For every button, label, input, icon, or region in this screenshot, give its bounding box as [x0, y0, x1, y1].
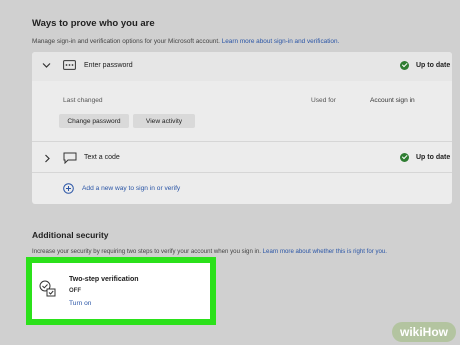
wikihow-watermark: wikiHow — [391, 322, 456, 342]
ways-description-text: Manage sign-in and verification options … — [32, 38, 220, 45]
password-status-text: Up to date — [416, 62, 451, 69]
text-code-status: Up to date — [400, 153, 450, 162]
turn-on-link[interactable]: Turn on — [69, 300, 91, 307]
two-step-verification-icon — [39, 280, 56, 297]
check-circle-icon — [400, 61, 409, 70]
used-for-value: Account sign in — [370, 97, 415, 104]
chevron-right-icon[interactable] — [44, 154, 51, 163]
additional-security-description: Increase your security by requiring two … — [32, 248, 387, 255]
divider — [32, 141, 452, 142]
ways-learn-more-link[interactable]: Learn more about sign-in and verificatio… — [222, 38, 340, 45]
password-label: Enter password — [84, 62, 133, 69]
password-icon — [63, 60, 76, 70]
change-password-button[interactable]: Change password — [59, 114, 129, 128]
additional-learn-more-link[interactable]: Learn more about whether this is right f… — [263, 248, 387, 255]
chevron-down-icon[interactable] — [42, 62, 51, 69]
divider — [32, 172, 452, 173]
text-code-label: Text a code — [84, 154, 120, 161]
additional-description-text: Increase your security by requiring two … — [32, 248, 261, 255]
two-step-state: OFF — [69, 288, 81, 294]
view-activity-button[interactable]: View activity — [133, 114, 195, 128]
message-icon — [63, 152, 77, 164]
additional-security-title: Additional security — [32, 230, 109, 240]
used-for-label: Used for — [311, 97, 336, 104]
two-step-title: Two-step verification — [69, 276, 139, 283]
add-way-link[interactable]: Add a new way to sign in or verify — [82, 185, 180, 192]
ways-title: Ways to prove who you are — [32, 18, 155, 29]
add-circle-icon[interactable] — [63, 183, 74, 194]
ways-description: Manage sign-in and verification options … — [32, 38, 339, 45]
last-changed-label: Last changed — [63, 97, 103, 104]
check-circle-icon — [400, 153, 409, 162]
text-code-status-text: Up to date — [416, 154, 451, 161]
password-status: Up to date — [400, 61, 450, 70]
